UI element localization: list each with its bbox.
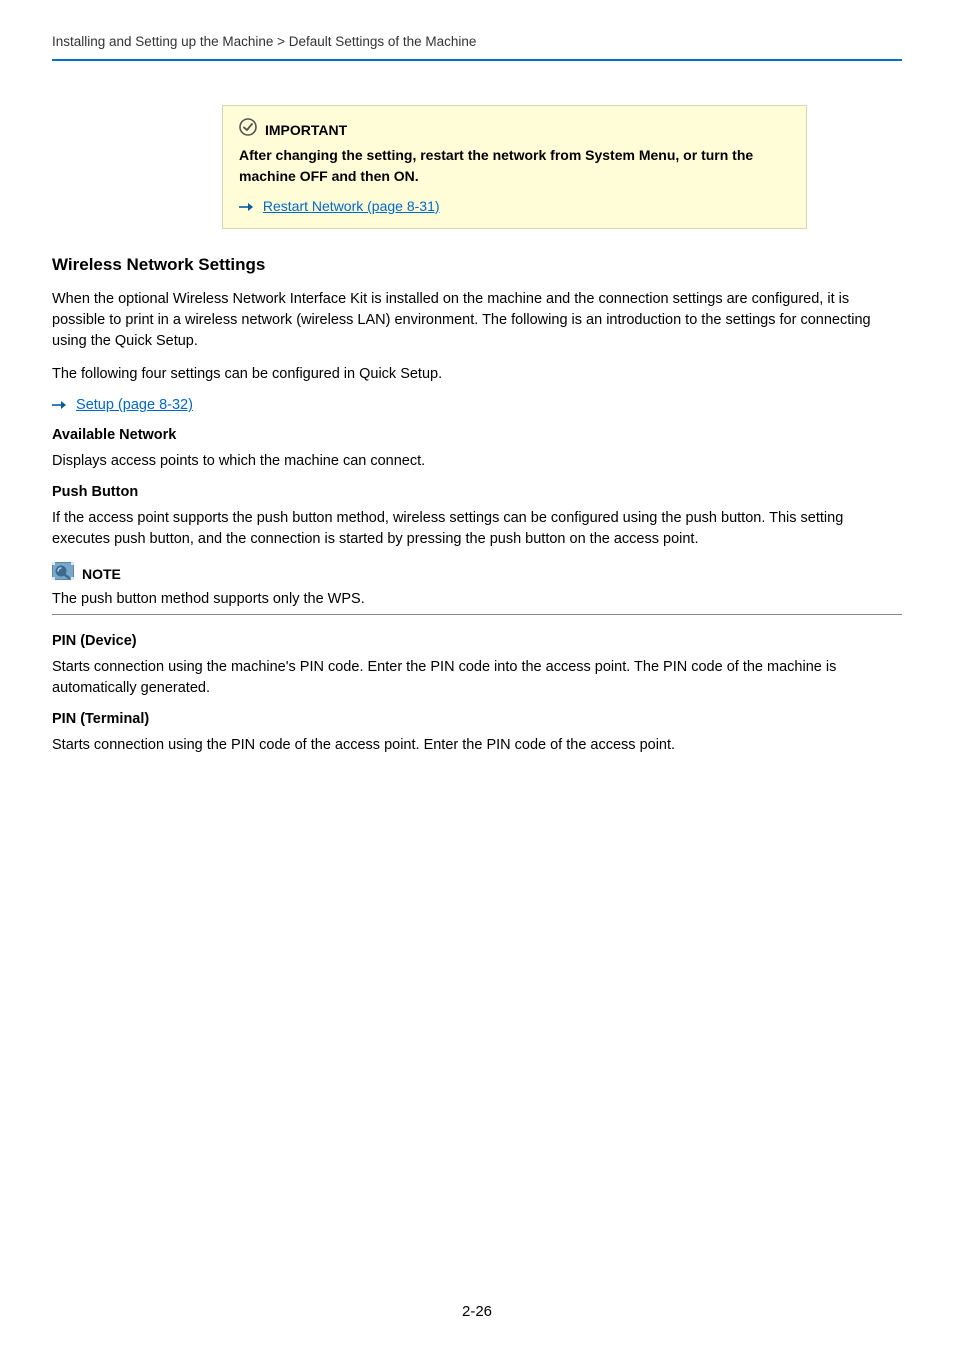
- note-divider: [52, 614, 902, 615]
- text-pin-terminal: Starts connection using the PIN code of …: [52, 735, 902, 756]
- important-label: IMPORTANT: [265, 120, 347, 140]
- heading-pin-device: PIN (Device): [52, 633, 902, 649]
- note-label: NOTE: [82, 566, 121, 582]
- header-divider: [52, 59, 902, 61]
- arrow-right-icon: [52, 397, 66, 413]
- important-callout: IMPORTANT After changing the setting, re…: [222, 105, 807, 229]
- note-icon: [52, 562, 74, 585]
- note-block: NOTE The push button method supports onl…: [52, 562, 902, 614]
- restart-network-link[interactable]: Restart Network (page 8-31): [263, 198, 440, 214]
- text-pin-device: Starts connection using the machine's PI…: [52, 657, 902, 699]
- text-available-network: Displays access points to which the mach…: [52, 451, 902, 472]
- intro-paragraph-1: When the optional Wireless Network Inter…: [52, 289, 902, 352]
- section-heading-wireless: Wireless Network Settings: [52, 255, 902, 275]
- heading-pin-terminal: PIN (Terminal): [52, 711, 902, 727]
- setup-link[interactable]: Setup (page 8-32): [76, 397, 193, 413]
- page-number: 2-26: [0, 1303, 954, 1320]
- note-text: The push button method supports only the…: [52, 589, 902, 609]
- checkmark-circle-icon: [239, 118, 257, 141]
- intro-paragraph-2: The following four settings can be confi…: [52, 364, 902, 385]
- important-text: After changing the setting, restart the …: [239, 145, 790, 186]
- heading-push-button: Push Button: [52, 484, 902, 500]
- arrow-right-icon: [239, 196, 253, 216]
- breadcrumb: Installing and Setting up the Machine > …: [52, 34, 902, 59]
- heading-available-network: Available Network: [52, 427, 902, 443]
- text-push-button: If the access point supports the push bu…: [52, 508, 902, 550]
